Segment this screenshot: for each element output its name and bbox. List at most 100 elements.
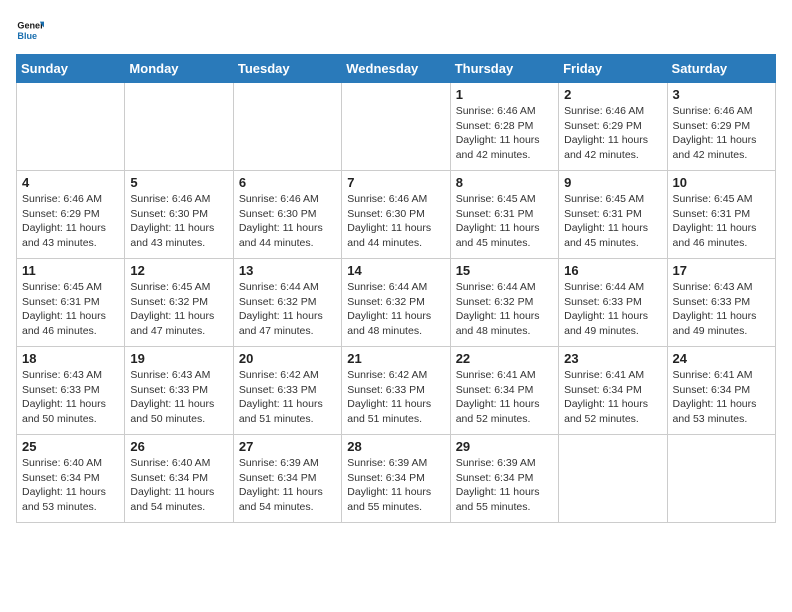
weekday-header-tuesday: Tuesday (233, 55, 341, 83)
calendar-cell: 23 Sunrise: 6:41 AM Sunset: 6:34 PM Dayli… (559, 347, 667, 435)
calendar-cell: 27Sunrise: 6:39 AM Sunset: 6:34 PM Dayli… (233, 435, 341, 523)
calendar-cell: 2 Sunrise: 6:46 AM Sunset: 6:29 PM Daylig… (559, 83, 667, 171)
day-info: Sunrise: 6:44 AM Sunset: 6:33 PM Dayligh… (564, 280, 661, 339)
calendar-cell: 15 Sunrise: 6:44 AM Sunset: 6:32 PM Dayli… (450, 259, 558, 347)
calendar-cell (233, 83, 341, 171)
day-info: Sunrise: 6:45 AM Sunset: 6:31 PM Dayligh… (564, 192, 661, 251)
calendar-cell: 29 Sunrise: 6:39 AM Sunset: 6:34 PM Dayli… (450, 435, 558, 523)
calendar-cell: 25 Sunrise: 6:40 AM Sunset: 6:34 PM Dayli… (17, 435, 125, 523)
day-info: Sunrise: 6:46 AM Sunset: 6:28 PM Dayligh… (456, 104, 553, 163)
weekday-header-wednesday: Wednesday (342, 55, 450, 83)
calendar-cell (17, 83, 125, 171)
day-number: 6 (239, 175, 336, 190)
calendar-table: SundayMondayTuesdayWednesdayThursdayFrid… (16, 54, 776, 523)
calendar-body: 1Sunrise: 6:46 AM Sunset: 6:28 PM Daylig… (17, 83, 776, 523)
day-number: 15 (456, 263, 553, 278)
weekday-header-monday: Monday (125, 55, 233, 83)
weekday-header-saturday: Saturday (667, 55, 775, 83)
calendar-cell (342, 83, 450, 171)
day-number: 3 (673, 87, 770, 102)
day-number: 9 (564, 175, 661, 190)
calendar-week-3: 11 Sunrise: 6:45 AM Sunset: 6:31 PM Dayli… (17, 259, 776, 347)
calendar-cell: 8 Sunrise: 6:45 AM Sunset: 6:31 PM Daylig… (450, 171, 558, 259)
calendar-cell: 17Sunrise: 6:43 AM Sunset: 6:33 PM Dayli… (667, 259, 775, 347)
page-header: General Blue (16, 16, 776, 44)
day-info: Sunrise: 6:45 AM Sunset: 6:31 PM Dayligh… (456, 192, 553, 251)
day-info: Sunrise: 6:41 AM Sunset: 6:34 PM Dayligh… (564, 368, 661, 427)
day-number: 19 (130, 351, 227, 366)
calendar-week-5: 25 Sunrise: 6:40 AM Sunset: 6:34 PM Dayli… (17, 435, 776, 523)
logo: General Blue (16, 16, 48, 44)
day-info: Sunrise: 6:42 AM Sunset: 6:33 PM Dayligh… (239, 368, 336, 427)
day-info: Sunrise: 6:44 AM Sunset: 6:32 PM Dayligh… (347, 280, 444, 339)
calendar-cell (667, 435, 775, 523)
day-number: 24 (673, 351, 770, 366)
day-number: 12 (130, 263, 227, 278)
day-info: Sunrise: 6:44 AM Sunset: 6:32 PM Dayligh… (456, 280, 553, 339)
day-info: Sunrise: 6:42 AM Sunset: 6:33 PM Dayligh… (347, 368, 444, 427)
day-info: Sunrise: 6:40 AM Sunset: 6:34 PM Dayligh… (22, 456, 119, 515)
calendar-cell: 4Sunrise: 6:46 AM Sunset: 6:29 PM Daylig… (17, 171, 125, 259)
calendar-cell: 3 Sunrise: 6:46 AM Sunset: 6:29 PM Daylig… (667, 83, 775, 171)
day-info: Sunrise: 6:46 AM Sunset: 6:29 PM Dayligh… (564, 104, 661, 163)
calendar-cell: 21Sunrise: 6:42 AM Sunset: 6:33 PM Dayli… (342, 347, 450, 435)
calendar-week-2: 4Sunrise: 6:46 AM Sunset: 6:29 PM Daylig… (17, 171, 776, 259)
day-info: Sunrise: 6:46 AM Sunset: 6:29 PM Dayligh… (22, 192, 119, 251)
day-info: Sunrise: 6:43 AM Sunset: 6:33 PM Dayligh… (22, 368, 119, 427)
day-number: 14 (347, 263, 444, 278)
day-info: Sunrise: 6:46 AM Sunset: 6:30 PM Dayligh… (130, 192, 227, 251)
day-number: 11 (22, 263, 119, 278)
day-number: 13 (239, 263, 336, 278)
calendar-cell: 9 Sunrise: 6:45 AM Sunset: 6:31 PM Daylig… (559, 171, 667, 259)
calendar-cell: 28 Sunrise: 6:39 AM Sunset: 6:34 PM Dayli… (342, 435, 450, 523)
calendar-week-1: 1Sunrise: 6:46 AM Sunset: 6:28 PM Daylig… (17, 83, 776, 171)
weekday-header-friday: Friday (559, 55, 667, 83)
calendar-cell: 14 Sunrise: 6:44 AM Sunset: 6:32 PM Dayli… (342, 259, 450, 347)
calendar-cell: 20Sunrise: 6:42 AM Sunset: 6:33 PM Dayli… (233, 347, 341, 435)
calendar-cell: 18 Sunrise: 6:43 AM Sunset: 6:33 PM Dayli… (17, 347, 125, 435)
day-number: 16 (564, 263, 661, 278)
svg-text:General: General (17, 21, 44, 31)
day-info: Sunrise: 6:40 AM Sunset: 6:34 PM Dayligh… (130, 456, 227, 515)
day-number: 22 (456, 351, 553, 366)
weekday-header-thursday: Thursday (450, 55, 558, 83)
calendar-cell (125, 83, 233, 171)
weekday-header-sunday: Sunday (17, 55, 125, 83)
day-info: Sunrise: 6:43 AM Sunset: 6:33 PM Dayligh… (130, 368, 227, 427)
calendar-cell: 11 Sunrise: 6:45 AM Sunset: 6:31 PM Dayli… (17, 259, 125, 347)
calendar-cell: 22 Sunrise: 6:41 AM Sunset: 6:34 PM Dayli… (450, 347, 558, 435)
logo-icon: General Blue (16, 16, 44, 44)
day-number: 28 (347, 439, 444, 454)
calendar-week-4: 18 Sunrise: 6:43 AM Sunset: 6:33 PM Dayli… (17, 347, 776, 435)
day-number: 2 (564, 87, 661, 102)
day-number: 27 (239, 439, 336, 454)
day-number: 7 (347, 175, 444, 190)
day-info: Sunrise: 6:46 AM Sunset: 6:30 PM Dayligh… (239, 192, 336, 251)
day-number: 18 (22, 351, 119, 366)
weekday-header-row: SundayMondayTuesdayWednesdayThursdayFrid… (17, 55, 776, 83)
svg-text:Blue: Blue (17, 31, 37, 41)
calendar-cell: 19 Sunrise: 6:43 AM Sunset: 6:33 PM Dayli… (125, 347, 233, 435)
day-number: 8 (456, 175, 553, 190)
day-info: Sunrise: 6:45 AM Sunset: 6:31 PM Dayligh… (673, 192, 770, 251)
day-info: Sunrise: 6:45 AM Sunset: 6:31 PM Dayligh… (22, 280, 119, 339)
day-number: 23 (564, 351, 661, 366)
day-number: 5 (130, 175, 227, 190)
day-info: Sunrise: 6:39 AM Sunset: 6:34 PM Dayligh… (456, 456, 553, 515)
day-number: 29 (456, 439, 553, 454)
day-info: Sunrise: 6:44 AM Sunset: 6:32 PM Dayligh… (239, 280, 336, 339)
day-info: Sunrise: 6:46 AM Sunset: 6:30 PM Dayligh… (347, 192, 444, 251)
day-info: Sunrise: 6:45 AM Sunset: 6:32 PM Dayligh… (130, 280, 227, 339)
calendar-cell: 13 Sunrise: 6:44 AM Sunset: 6:32 PM Dayli… (233, 259, 341, 347)
calendar-cell: 26Sunrise: 6:40 AM Sunset: 6:34 PM Dayli… (125, 435, 233, 523)
day-info: Sunrise: 6:41 AM Sunset: 6:34 PM Dayligh… (456, 368, 553, 427)
day-info: Sunrise: 6:43 AM Sunset: 6:33 PM Dayligh… (673, 280, 770, 339)
day-number: 10 (673, 175, 770, 190)
day-info: Sunrise: 6:46 AM Sunset: 6:29 PM Dayligh… (673, 104, 770, 163)
calendar-cell: 10 Sunrise: 6:45 AM Sunset: 6:31 PM Dayli… (667, 171, 775, 259)
day-info: Sunrise: 6:39 AM Sunset: 6:34 PM Dayligh… (347, 456, 444, 515)
calendar-cell: 1Sunrise: 6:46 AM Sunset: 6:28 PM Daylig… (450, 83, 558, 171)
day-number: 25 (22, 439, 119, 454)
calendar-cell: 16 Sunrise: 6:44 AM Sunset: 6:33 PM Dayli… (559, 259, 667, 347)
calendar-cell: 6 Sunrise: 6:46 AM Sunset: 6:30 PM Daylig… (233, 171, 341, 259)
